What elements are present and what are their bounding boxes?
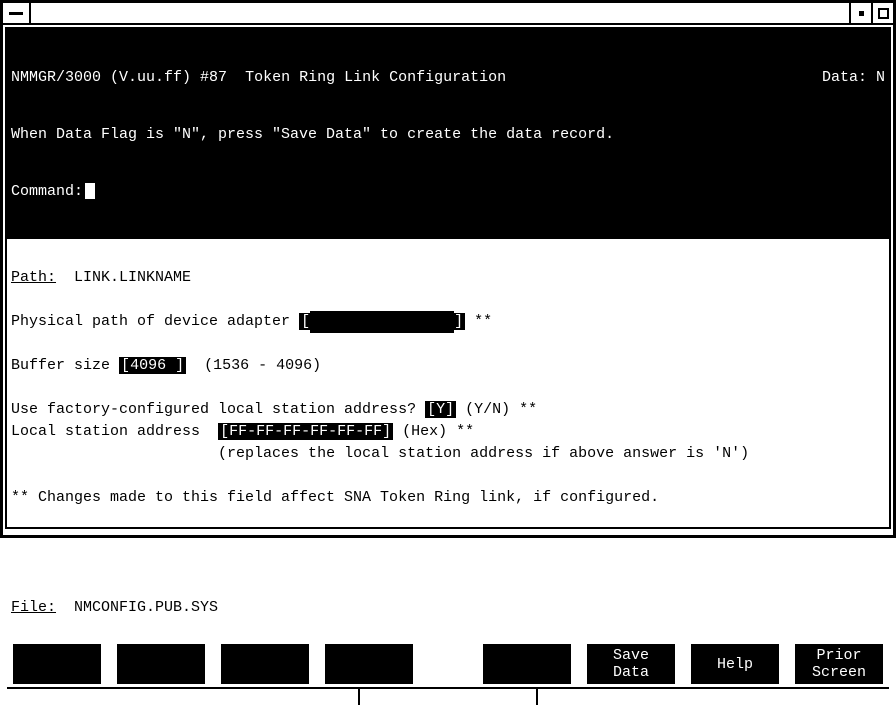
screen-header: NMMGR/3000 (V.uu.ff) #87 Token Ring Link… <box>7 29 889 239</box>
system-menu-icon[interactable] <box>3 3 31 23</box>
data-flag-label: Data: <box>822 69 867 86</box>
fkey-f2[interactable] <box>117 644 205 684</box>
file-value: NMCONFIG.PUB.SYS <box>74 599 218 616</box>
buffer-range: (1536 - 4096) <box>204 357 321 374</box>
factory-label: Use factory-configured local station add… <box>11 401 416 418</box>
factory-input[interactable]: Y <box>436 401 445 418</box>
data-flag-value: N <box>876 69 885 86</box>
fkey-f1[interactable] <box>13 644 101 684</box>
file-label: File: <box>11 599 56 616</box>
phys-path-suffix: ** <box>474 313 492 330</box>
header-hint: When Data Flag is "N", press "Save Data"… <box>11 125 885 144</box>
titlebar-spacer <box>31 3 849 23</box>
buffer-input[interactable]: 4096 <box>130 357 175 374</box>
status-bar <box>7 687 889 689</box>
maximize-button[interactable] <box>871 3 893 23</box>
local-addr-note: (replaces the local station address if a… <box>218 445 749 462</box>
app-id: NMMGR/3000 (V.uu.ff) #87 <box>11 69 227 86</box>
local-addr-label: Local station address <box>11 423 209 440</box>
local-addr-input[interactable]: FF-FF-FF-FF-FF-FF <box>229 423 382 440</box>
fkey-f3[interactable] <box>221 644 309 684</box>
screen-title: Token Ring Link Configuration <box>245 69 506 86</box>
function-key-row: Save Data Help Prior Screen <box>7 641 889 687</box>
minimize-button[interactable] <box>849 3 871 23</box>
fkey-prior-screen[interactable]: Prior Screen <box>795 644 883 684</box>
buffer-label: Buffer size <box>11 357 110 374</box>
fkey-save-data[interactable]: Save Data <box>587 644 675 684</box>
command-input[interactable] <box>85 183 95 199</box>
command-label: Command: <box>11 183 83 200</box>
form-content: Path: LINK.LINKNAME Physical path of dev… <box>7 239 889 641</box>
client-area: NMMGR/3000 (V.uu.ff) #87 Token Ring Link… <box>5 27 891 529</box>
path-value: LINK.LINKNAME <box>74 269 191 286</box>
phys-path-label: Physical path of device adapter <box>11 313 290 330</box>
path-label: Path: <box>11 269 56 286</box>
fkey-f5[interactable] <box>483 644 571 684</box>
local-addr-suffix: (Hex) ** <box>402 423 474 440</box>
fkey-f4[interactable] <box>325 644 413 684</box>
window-frame: NMMGR/3000 (V.uu.ff) #87 Token Ring Link… <box>0 0 896 538</box>
titlebar <box>3 3 893 25</box>
changes-note: ** Changes made to this field affect SNA… <box>11 489 659 506</box>
factory-suffix: (Y/N) ** <box>465 401 537 418</box>
fkey-help[interactable]: Help <box>691 644 779 684</box>
phys-path-input[interactable] <box>310 311 454 333</box>
